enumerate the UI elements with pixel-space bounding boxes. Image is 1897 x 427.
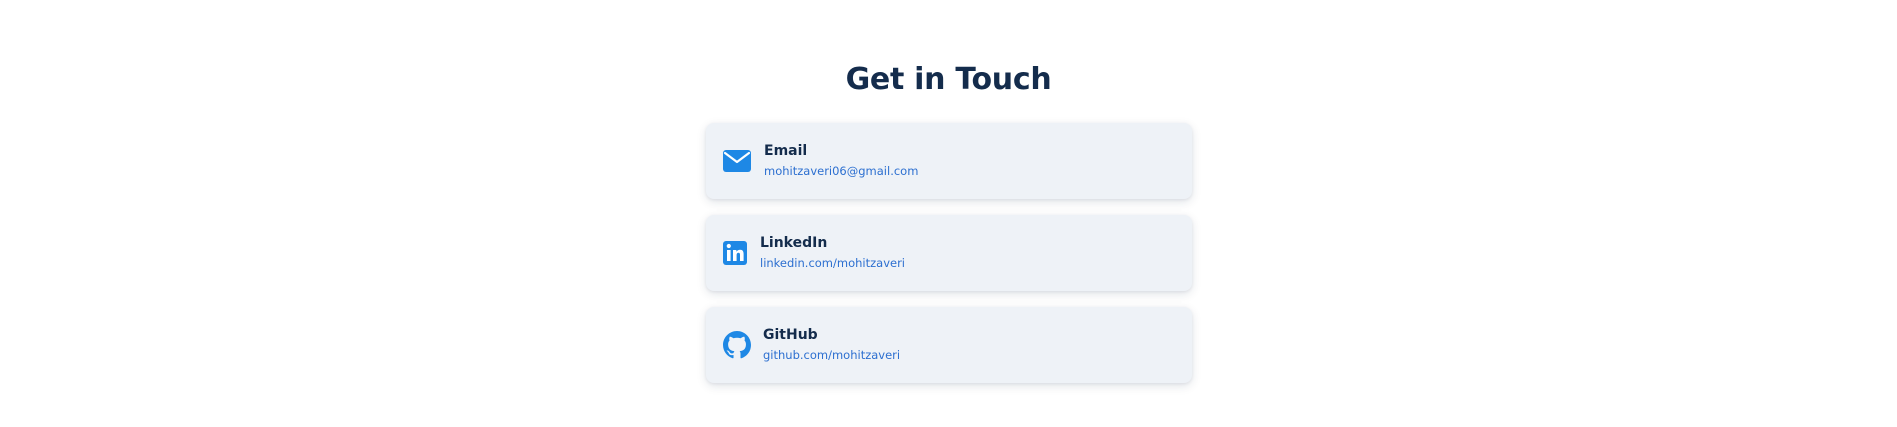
- contact-label: Email: [764, 143, 808, 159]
- email-link[interactable]: mohitzaveri06@gmail.com: [764, 163, 918, 179]
- linkedin-link[interactable]: linkedin.com/mohitzaveri: [760, 255, 905, 271]
- github-link[interactable]: github.com/mohitzaveri: [763, 347, 900, 363]
- contact-text: Email mohitzaveri06@gmail.com: [764, 141, 918, 179]
- contact-card-list: Email mohitzaveri06@gmail.com LinkedIn l…: [706, 123, 1192, 399]
- contact-text: GitHub github.com/mohitzaveri: [763, 325, 900, 363]
- contact-card-github[interactable]: GitHub github.com/mohitzaveri: [706, 307, 1192, 383]
- contact-label: GitHub: [763, 327, 818, 343]
- contact-section: Get in Touch Email mohitzaveri06@gmail.c…: [0, 0, 1897, 427]
- github-icon: [723, 331, 751, 359]
- envelope-icon: [723, 150, 751, 172]
- section-title: Get in Touch: [845, 62, 1052, 97]
- contact-card-linkedin[interactable]: LinkedIn linkedin.com/mohitzaveri: [706, 215, 1192, 291]
- linkedin-icon: [723, 240, 747, 266]
- contact-text: LinkedIn linkedin.com/mohitzaveri: [760, 233, 905, 271]
- contact-label: LinkedIn: [760, 235, 828, 251]
- contact-card-email[interactable]: Email mohitzaveri06@gmail.com: [706, 123, 1192, 199]
